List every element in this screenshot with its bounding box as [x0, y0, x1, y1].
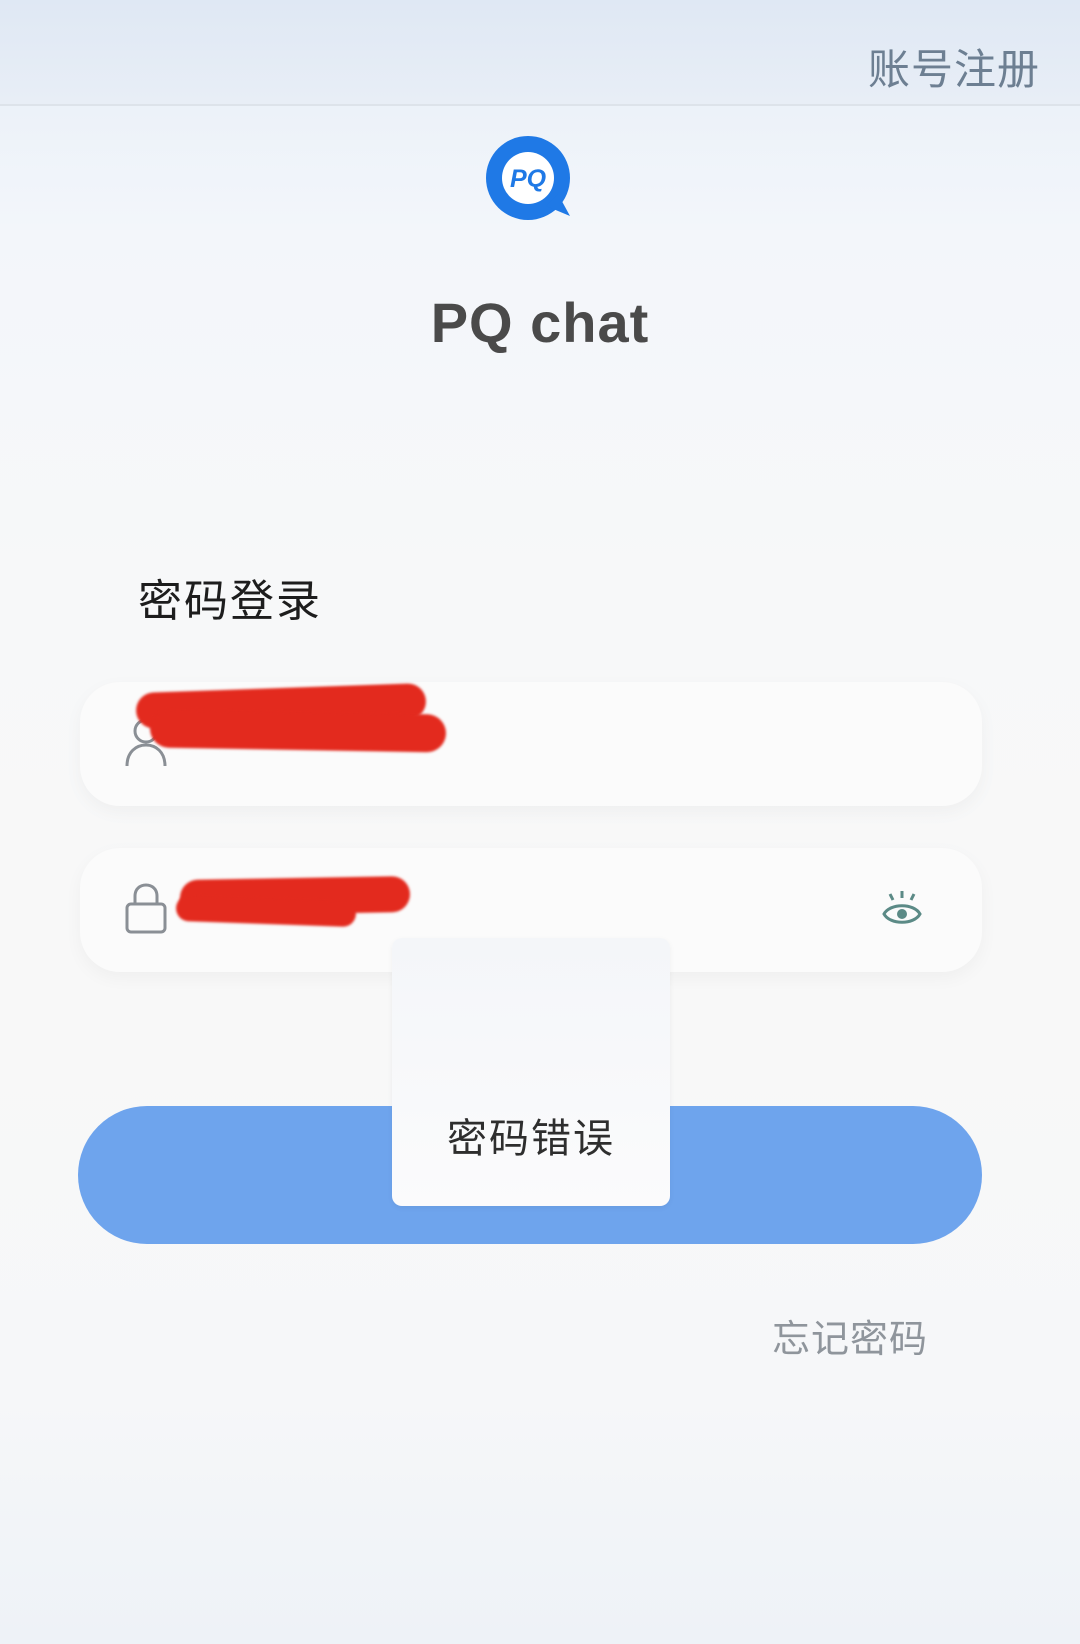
register-link[interactable]: 账号注册 — [868, 36, 1040, 97]
show-password-eye-icon[interactable] — [880, 888, 924, 928]
password-login-title: 密码登录 — [138, 576, 322, 627]
password-redaction-2 — [175, 894, 357, 928]
top-bar: 账号注册 — [0, 0, 1080, 106]
error-toast: 密码错误 — [392, 938, 670, 1206]
error-message: 密码错误 — [447, 1116, 615, 1162]
pq-chat-logo-icon: PQ — [486, 136, 570, 220]
logo-text: PQ — [510, 165, 547, 193]
forgot-password-link[interactable]: 忘记密码 — [772, 1308, 928, 1363]
lock-icon — [125, 883, 167, 934]
username-field[interactable] — [80, 682, 982, 806]
app-name: PQ chat — [430, 291, 650, 354]
username-redaction-2 — [149, 709, 447, 753]
